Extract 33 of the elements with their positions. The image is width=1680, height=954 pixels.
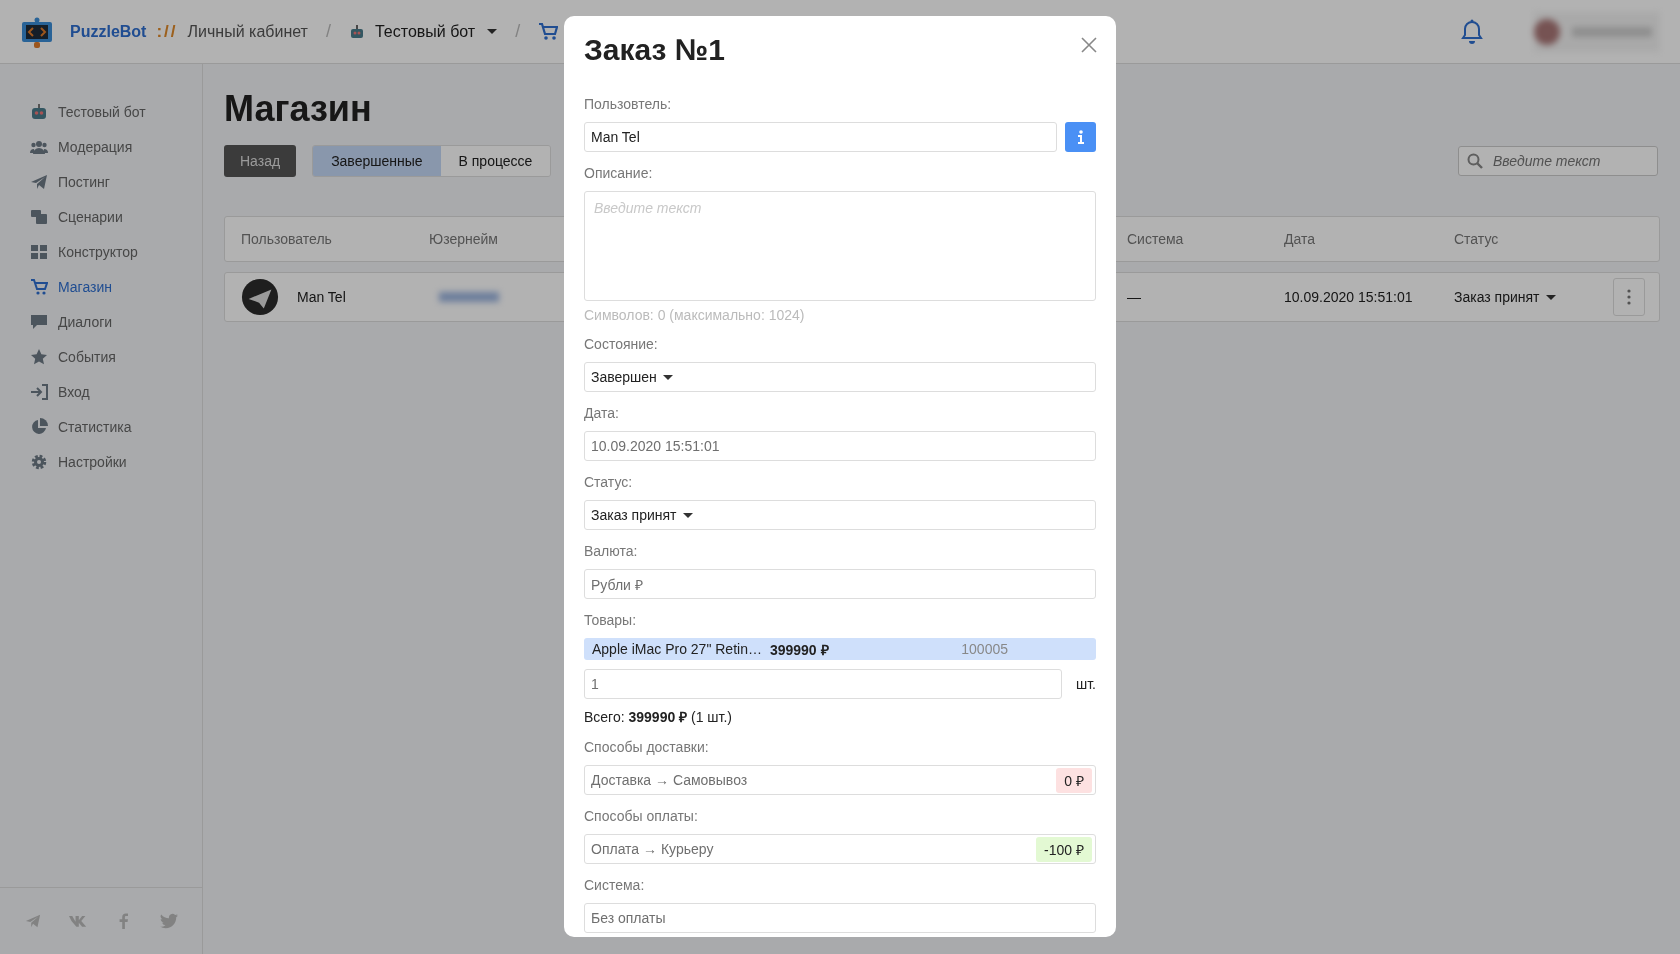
brand-separator: :// <box>156 21 178 42</box>
table-cell-text: 10.09.2020 15:51:01 <box>1284 289 1414 305</box>
user-name: Man Tel <box>297 289 346 305</box>
column-header: Дата <box>1284 231 1316 247</box>
field-label: Пользовтель: <box>584 95 673 114</box>
unit-label: шт. <box>1076 676 1096 692</box>
method-value: Оплата → Курьеру <box>591 841 714 857</box>
dialog-title: Заказ №1 <box>584 32 725 68</box>
field-label: Товары: <box>584 611 638 630</box>
field-label: Статус: <box>584 473 634 492</box>
product-name: Apple iMac Pro 27" Retin… <box>592 641 762 657</box>
column-header: Пользователь <box>241 231 333 247</box>
field-label: Дата: <box>584 404 620 423</box>
product-price: 399990 ₽ <box>769 640 829 659</box>
field-label: Состояние: <box>584 335 659 354</box>
field-label: Описание: <box>584 164 654 183</box>
breadcrumb-divider: / <box>325 21 331 42</box>
price-tag: 0 ₽ <box>1056 767 1092 793</box>
order-total: Всего: 399990 ₽ (1 шт.) <box>584 708 733 726</box>
field-label: Способы доставки: <box>584 738 710 757</box>
column-header: Юзернейм <box>429 231 499 247</box>
breadcrumb-divider: / <box>515 21 521 42</box>
column-header: Статус <box>1454 231 1500 247</box>
page-title: Магазин <box>224 87 372 131</box>
method-value: Доставка → Самовывоз <box>591 772 748 788</box>
column-header: Система <box>1127 231 1185 247</box>
field-label: Система: <box>584 876 646 895</box>
character-counter: Символов: 0 (максимально: 1024) <box>584 307 806 323</box>
price-tag: -100 ₽ <box>1036 836 1092 862</box>
table-cell-text: — <box>1127 289 1142 305</box>
product-code: 100005 <box>961 641 1008 657</box>
field-label: Валюта: <box>584 542 639 561</box>
field-label: Способы оплаты: <box>584 807 699 826</box>
